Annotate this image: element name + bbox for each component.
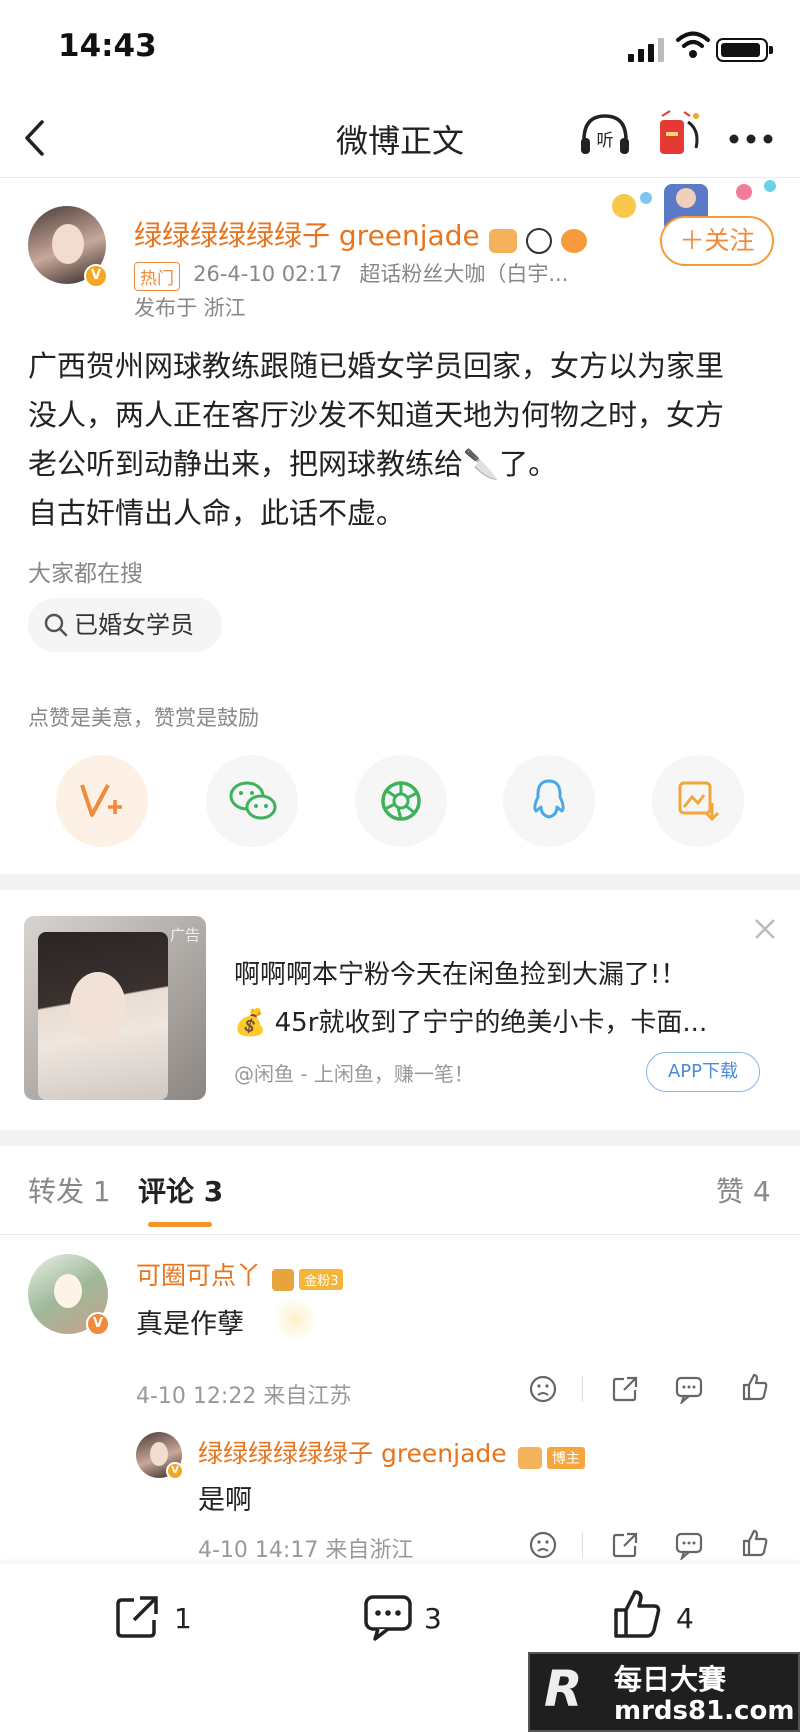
tab-indicator [148,1222,212,1227]
post-line: 没人，两人正在客厅沙发不知道天地为何物之时，女方 [28,398,725,432]
comment-icon[interactable] [674,1374,704,1404]
save-image-button[interactable] [652,755,744,847]
search-icon [44,613,68,637]
ad-photo-face [70,972,126,1042]
search-chip-label: 已婚女学员 [74,611,194,639]
fan-level-badge: 金粉3 [299,1269,344,1290]
watermark-logo-icon: R [544,1660,583,1718]
watermark-url: mrds81.com [614,1696,795,1726]
comment-count: 3 [424,1602,442,1635]
reward-text: 点赞是美意，赞赏是鼓励 [28,706,259,730]
divider [582,1376,583,1402]
verified-icon: V [86,1312,110,1336]
crown-icon [272,1268,295,1291]
status-time: 14:43 [58,28,157,64]
watermark-brand: 每日大賽 [614,1663,727,1696]
comment-header: 可圈可点丫 金粉3 [136,1256,344,1292]
comment-meta: 4-10 12:22 来自江苏 [136,1384,352,1409]
comment-text: 真是作孽 [136,1309,244,1340]
crown-badge-icon [488,228,517,253]
save-image-icon [678,781,720,822]
comment-icon[interactable] [362,1592,414,1642]
comment-icon[interactable] [674,1530,704,1560]
section-divider [0,1130,800,1146]
ad-source: @闲鱼 - 上闲鱼，赚一笔！ [234,1062,474,1086]
dislike-icon[interactable] [528,1530,558,1560]
reply-avatar-face [150,1442,168,1466]
panda-badge-icon [525,227,552,254]
author-badge: 博主 [546,1446,585,1469]
post-body: 广西贺州网球教练跟随已婚女学员回家，女方以为家里 没人，两人正在客厅沙发不知道天… [28,342,776,538]
qq-share-button[interactable] [503,755,595,847]
moments-icon [381,781,421,821]
reply-header: 绿绿绿绿绿绿子 greenjade 博主 [198,1434,585,1470]
dislike-icon[interactable] [528,1374,558,1404]
commenter-name[interactable]: 可圈可点丫 [136,1261,261,1290]
tab-repost[interactable]: 转发 1 [28,1170,111,1210]
ad-line1[interactable]: 啊啊啊本宁粉今天在闲鱼捡到大漏了!！ [234,954,686,991]
battery-icon [716,38,773,62]
commenter-avatar-face [54,1274,82,1308]
post-line: 广西贺州网球教练跟随已婚女学员回家，女方以为家里 [28,349,725,383]
post-meta: 热门 26-4-10 02:17 超话粉丝大咖（白宇... [134,258,568,291]
divider [582,1532,583,1558]
wechat-icon [229,781,277,820]
tab-comment[interactable]: 评论 3 [138,1170,223,1210]
repost-icon[interactable] [610,1530,640,1560]
more-icon[interactable] [728,130,774,149]
like-icon[interactable] [740,1372,770,1402]
post-time: 26-4-10 02:17 [193,262,343,286]
avatar-face [52,224,84,264]
reply-meta: 4-10 14:17 来自浙江 [198,1538,414,1563]
close-icon[interactable] [752,916,778,942]
verified-icon: V [166,1462,184,1480]
watermark: R 每日大賽 mrds81.com [528,1652,800,1732]
repost-count: 1 [174,1602,192,1635]
hot-tag: 热门 [134,262,180,291]
verified-icon: V [84,264,108,288]
reply-text: 是啊 [198,1485,252,1516]
post-source[interactable]: 超话粉丝大咖（白宇... [359,262,568,286]
repost-icon[interactable] [112,1592,162,1642]
section-divider [0,874,800,890]
reward-button[interactable] [56,755,148,847]
like-icon[interactable] [740,1528,770,1558]
post-line: 自古奸情出人命，此话不虚。 [28,496,406,530]
follow-button[interactable]: ＋关注 [660,216,774,266]
wifi-icon [676,31,710,58]
author-row: 绿绿绿绿绿绿子 greenjade [134,214,587,254]
post-location: 发布于 浙江 [134,296,246,320]
svg-text:听: 听 [597,131,614,151]
ad-tag: 广告 [169,926,200,944]
like-icon[interactable] [612,1588,664,1642]
listen-icon[interactable]: 听 [578,110,632,160]
reply-author-name[interactable]: 绿绿绿绿绿绿子 greenjade [198,1439,507,1468]
ad-image[interactable]: 广告 [24,916,206,1100]
repost-icon[interactable] [610,1374,640,1404]
moments-share-button[interactable] [355,755,447,847]
post-line: 老公听到动静出来，把网球教练给🔪了。 [28,447,558,481]
everyone-searching-label: 大家都在搜 [28,561,143,587]
signal-icon [628,38,666,62]
like-count: 4 [676,1602,694,1635]
status-bar: 14:43 [0,0,800,96]
qq-icon [533,779,565,819]
red-packet-icon[interactable] [656,108,704,160]
level-badge-icon [561,228,587,253]
search-chip[interactable]: 已婚女学员 [28,598,222,652]
author-name[interactable]: 绿绿绿绿绿绿子 greenjade [134,219,480,252]
nav-bar: 微博正文 听 [0,96,800,178]
v-plus-icon [80,784,122,817]
ad-line2[interactable]: 💰 45r就收到了宁宁的绝美小卡，卡面... [234,1002,707,1039]
crown-icon [517,1446,542,1469]
tab-like[interactable]: 赞 4 [716,1170,771,1210]
sparkle-icon [272,1296,318,1342]
wechat-share-button[interactable] [206,755,298,847]
tab-divider [0,1234,800,1235]
app-download-button[interactable]: APP下载 [646,1052,760,1092]
